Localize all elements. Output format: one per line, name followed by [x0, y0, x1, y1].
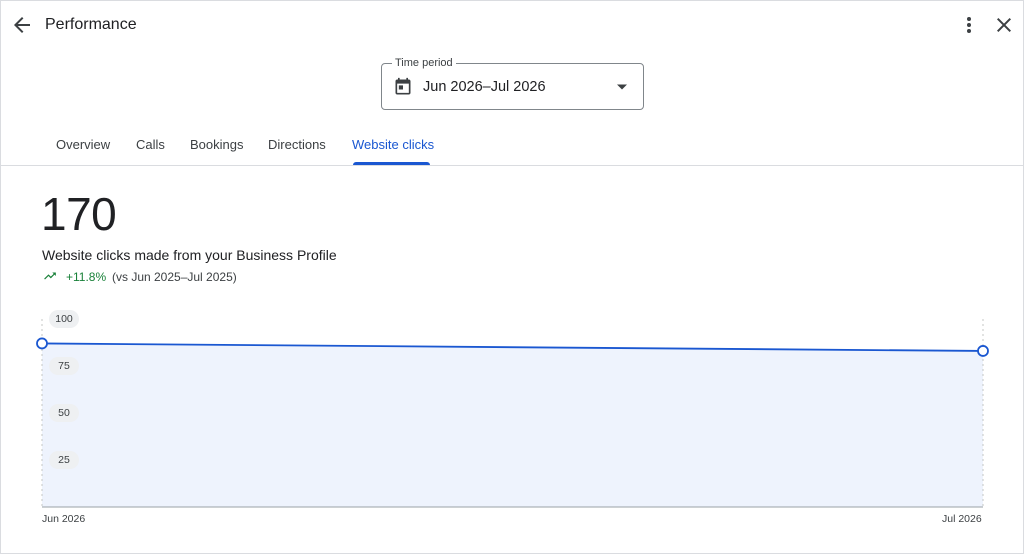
- x-tick-start: Jun 2026: [42, 513, 86, 525]
- tab-website-clicks[interactable]: Website clicks: [352, 137, 434, 152]
- y-tick-25: 25: [49, 451, 79, 469]
- tab-calls[interactable]: Calls: [136, 137, 165, 152]
- close-button[interactable]: [992, 13, 1016, 37]
- y-tick-100: 100: [49, 310, 79, 328]
- time-period-select[interactable]: Time period Jun 2026–Jul 2026: [381, 57, 644, 110]
- website-clicks-chart: 100 75 50 25 Jun 2026 Jul 2026: [1, 301, 1024, 541]
- metric-description: Website clicks made from your Business P…: [42, 247, 337, 263]
- trending-up-icon: [44, 272, 56, 280]
- tab-bar: Overview Calls Bookings Directions Websi…: [1, 123, 1024, 166]
- chart-area-fill: [42, 343, 983, 507]
- metric-value: 170: [41, 188, 117, 240]
- y-tick-75: 75: [49, 357, 79, 375]
- x-tick-end: Jul 2026: [942, 513, 982, 525]
- tab-bookings[interactable]: Bookings: [190, 137, 243, 152]
- performance-panel: Performance Time period Jun 2026–Jul 202…: [0, 0, 1024, 554]
- calendar-icon: [395, 77, 411, 95]
- dropdown-arrow-icon: [617, 84, 627, 90]
- time-period-value: Jun 2026–Jul 2026: [423, 79, 546, 95]
- close-icon: [997, 18, 1011, 32]
- trend-comparison: (vs Jun 2025–Jul 2025): [112, 270, 237, 284]
- header: Performance: [1, 1, 1024, 51]
- arrow-left-icon: [14, 17, 30, 33]
- y-tick-50: 50: [49, 404, 79, 422]
- active-tab-indicator: [353, 162, 430, 165]
- tab-directions[interactable]: Directions: [268, 137, 326, 152]
- more-vert-icon: [967, 17, 971, 33]
- chart-point-1: [977, 345, 989, 357]
- page-title: Performance: [45, 16, 137, 33]
- chart-point-0: [36, 337, 48, 350]
- back-button[interactable]: [10, 13, 34, 37]
- more-options-button[interactable]: [959, 13, 979, 37]
- time-period-label: Time period: [392, 57, 456, 70]
- tab-overview[interactable]: Overview: [56, 137, 110, 152]
- trend-percentage: +11.8%: [66, 270, 107, 284]
- chart-plot: [36, 319, 989, 508]
